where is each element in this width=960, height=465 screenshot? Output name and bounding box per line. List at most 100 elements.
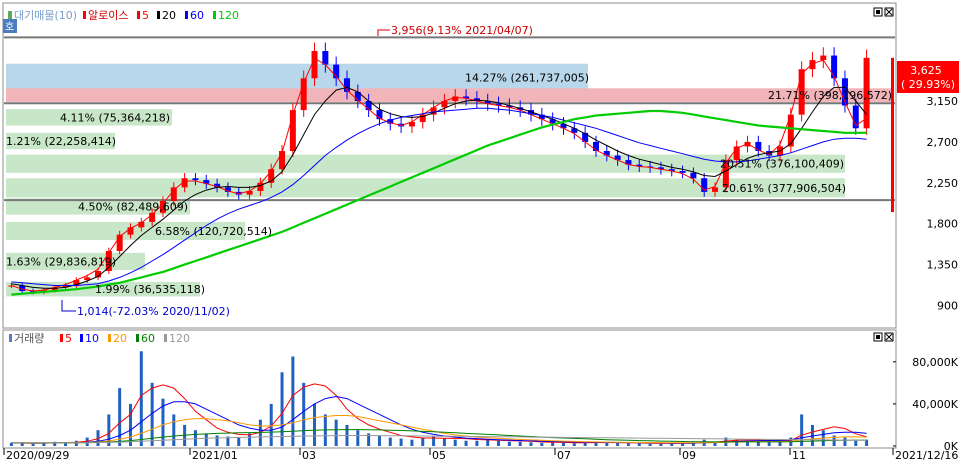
supply-band <box>6 88 893 102</box>
volume-bar <box>442 438 446 446</box>
price-tick: 2,250 <box>927 177 959 190</box>
volume-bar <box>583 442 587 446</box>
time-tick: 03 <box>302 449 316 462</box>
volume-legend-swatch <box>108 334 111 342</box>
volume-legend-label-10[interactable]: 10 <box>85 332 99 345</box>
volume-legend-swatch <box>60 334 63 342</box>
volume-bar <box>616 442 620 446</box>
candle <box>820 55 827 61</box>
volume-bar <box>280 372 284 446</box>
volume-bar <box>854 440 858 446</box>
legend-label-120[interactable]: 120 <box>218 9 239 22</box>
legend-marker-red <box>83 11 86 19</box>
volume-bar <box>626 443 630 446</box>
time-tick: 2021/01 <box>192 449 238 462</box>
time-tick: 2021/12/16 <box>895 449 958 462</box>
current-change: ( 29.93%) <box>901 78 955 91</box>
volume-maximize-icon-inner <box>876 335 880 339</box>
volume-bar <box>540 442 544 446</box>
time-tick: 11 <box>792 449 806 462</box>
volume-bar <box>204 433 208 446</box>
legend-swatch <box>157 11 160 19</box>
time-tick: 07 <box>557 449 571 462</box>
volume-bar <box>464 440 468 446</box>
volume-axis: 80,000K40,000K0K <box>893 356 959 453</box>
current-price: 3,625 <box>910 64 942 77</box>
volume-legend-swatch <box>136 334 139 342</box>
volume-bar <box>497 440 501 446</box>
supply-band-label: 1.99% (36,535,118) <box>95 283 205 296</box>
volume-legend-label-20[interactable]: 20 <box>113 332 127 345</box>
supply-band-label: 4.11% (75,364,218) <box>60 111 170 124</box>
time-axis: 2020/09/29 2021/01 03 05 07 09 11 2021/12/16 <box>3 448 958 462</box>
volume-legend-swatch <box>164 334 167 342</box>
volume-bar <box>31 443 35 446</box>
supply-band-label: 6.58% (120,720,514) <box>155 225 272 238</box>
volume-bar <box>756 441 760 446</box>
supply-band-label: 1.63% (29,836,819) <box>6 255 116 268</box>
supply-band <box>6 178 845 198</box>
volume-bar <box>518 441 522 446</box>
volume-bar <box>572 443 576 446</box>
legend-label-20[interactable]: 20 <box>162 9 176 22</box>
volume-bar <box>237 437 241 446</box>
volume-bar <box>399 438 403 446</box>
volume-bar <box>388 437 392 446</box>
maximize-icon-inner <box>876 10 880 14</box>
volume-legend-label-120[interactable]: 120 <box>169 332 190 345</box>
candle <box>279 151 286 170</box>
volume-bar <box>291 356 295 446</box>
volume-bar <box>475 440 479 446</box>
volume-bar <box>74 440 78 446</box>
time-tick: 2020/09/29 <box>6 449 69 462</box>
volume-bar <box>64 442 68 446</box>
volume-bar <box>193 430 197 446</box>
candle <box>712 187 719 192</box>
price-tick: 2,700 <box>927 136 959 149</box>
volume-bar <box>377 435 381 446</box>
candle <box>311 51 318 79</box>
volume-legend-marker <box>9 334 12 342</box>
supply-band-label: 20.61% (377,906,504) <box>722 182 846 195</box>
legend-label-5[interactable]: 5 <box>142 9 149 22</box>
volume-bar <box>637 443 641 446</box>
legend-label-60[interactable]: 60 <box>190 9 204 22</box>
supply-band-label: 21.71% (398,196,572) <box>768 89 892 102</box>
supply-band-label: 20.51% (376,100,409) <box>720 158 844 171</box>
volume-panel-frame <box>2 329 897 449</box>
volume-bar <box>172 414 176 446</box>
supply-band-label: 14.27% (261,737,005) <box>465 71 589 84</box>
supply-band-label: 4.50% (82,489,609) <box>78 200 188 213</box>
range-bar <box>891 57 894 213</box>
volume-bar <box>356 430 360 446</box>
high-label: 3,956(9.13% 2021/04/07) <box>391 24 533 37</box>
volume-bar <box>551 442 555 446</box>
volume-bar <box>20 443 24 446</box>
overlay-title[interactable]: 대기매물(10) <box>14 9 77 22</box>
volume-bar <box>139 351 143 446</box>
candle <box>831 55 838 79</box>
volume-tick: 40,000K <box>912 398 958 411</box>
volume-bar <box>561 442 565 446</box>
legend-swatch <box>213 11 216 19</box>
volume-bar <box>843 437 847 446</box>
volume-legend-label-5[interactable]: 5 <box>65 332 72 345</box>
supply-band-label: 1.21% (22,258,414) <box>6 135 116 148</box>
volume-bar <box>421 437 425 446</box>
candle <box>170 187 177 201</box>
volume-title[interactable]: 거래량 <box>14 332 44 345</box>
time-tick: 09 <box>682 449 696 462</box>
price-tick: 1,800 <box>927 218 959 231</box>
volume-legend-label-60[interactable]: 60 <box>141 332 155 345</box>
stock-name[interactable]: 알로이스 <box>88 8 128 22</box>
volume-bar <box>529 442 533 446</box>
price-axis: 3,150 2,700 2,250 1,800 1,350 900 <box>891 57 959 313</box>
high-annotation: 3,956(9.13% 2021/04/07) <box>377 24 533 37</box>
volume-bar <box>313 403 317 446</box>
volume-bar <box>215 435 219 446</box>
legend-swatch <box>137 11 140 19</box>
legend-marker <box>8 11 12 19</box>
tab-icon[interactable]: 호 <box>5 21 14 33</box>
price-tick: 900 <box>937 300 958 313</box>
volume-bar <box>507 441 511 446</box>
